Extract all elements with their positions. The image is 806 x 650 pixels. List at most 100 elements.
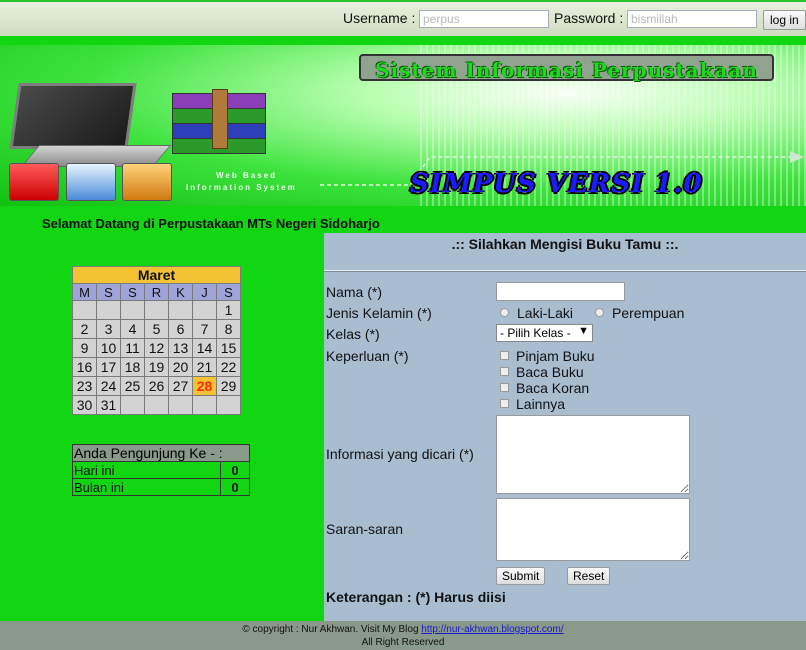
calendar-day[interactable]: 25 <box>120 376 145 396</box>
calendar-day-header: S <box>216 283 241 301</box>
welcome-text: Selamat Datang di Perpustakaan MTs Neger… <box>42 216 380 231</box>
baca-buku-label: Baca Buku <box>516 364 584 380</box>
banner-tagline-2: Information System <box>186 183 297 192</box>
calendar-day[interactable]: 27 <box>168 376 193 396</box>
nama-label: Nama (*) <box>326 284 383 300</box>
visitor-header: Anda Pengunjung Ke - : <box>72 444 250 462</box>
form-divider <box>324 270 806 272</box>
calendar-empty-cell <box>120 300 145 320</box>
calendar-day[interactable]: 7 <box>192 319 217 339</box>
banner: Sistem Informasi Perpustakaan Web Based … <box>0 45 806 206</box>
calendar-day-header: J <box>192 283 217 301</box>
header-strip <box>0 36 806 45</box>
calendar-day[interactable]: 10 <box>96 338 121 358</box>
calendar-day[interactable]: 16 <box>72 357 97 377</box>
saran-textarea[interactable] <box>496 498 690 561</box>
gender-label: Jenis Kelamin (*) <box>326 305 432 321</box>
baca-buku-checkbox[interactable] <box>500 367 509 376</box>
calendar-day[interactable]: 14 <box>192 338 217 358</box>
chevron-down-icon: ▼ <box>578 325 589 337</box>
calendar-empty-cell <box>144 395 169 415</box>
calendar-day-header: S <box>96 283 121 301</box>
calendar-day[interactable]: 1 <box>216 300 241 320</box>
info-label: Informasi yang dicari (*) <box>326 446 474 462</box>
calendar-day[interactable]: 13 <box>168 338 193 358</box>
login-button[interactable]: log in <box>763 10 806 30</box>
login-bar: Username : Password : log in <box>0 0 806 36</box>
kelas-label: Kelas (*) <box>326 326 380 342</box>
baca-koran-label: Baca Koran <box>516 380 590 396</box>
calendar-day[interactable]: 23 <box>72 376 97 396</box>
calendar-empty-cell <box>192 300 217 320</box>
calendar-day[interactable]: 18 <box>120 357 145 377</box>
submit-button[interactable]: Submit <box>496 567 546 585</box>
blog-link[interactable]: http://nur-akhwan.blogspot.com/ <box>421 624 563 635</box>
calendar-week: 30 31 <box>72 395 241 415</box>
kelas-select[interactable]: - Pilih Kelas - ▼ <box>496 324 593 342</box>
product-name: SIMPUS VERSI 1.0 <box>410 169 703 199</box>
lainnya-label: Lainnya <box>516 396 566 412</box>
calendar-week: 1 <box>72 300 241 320</box>
calendar-day[interactable]: 11 <box>120 338 145 358</box>
guestbook-form: .:: Silahkan Mengisi Buku Tamu ::. Nama … <box>324 233 806 621</box>
calendar-day[interactable]: 12 <box>144 338 169 358</box>
calendar-empty-cell <box>96 300 121 320</box>
calendar-day[interactable]: 3 <box>96 319 121 339</box>
calendar-day[interactable]: 19 <box>144 357 169 377</box>
calendar-day[interactable]: 8 <box>216 319 241 339</box>
username-label: Username : <box>343 10 416 26</box>
lainnya-checkbox[interactable] <box>500 399 509 408</box>
calendar-week: 2345678 <box>72 319 241 339</box>
calendar-day[interactable]: 15 <box>216 338 241 358</box>
calendar-day[interactable]: 6 <box>168 319 193 339</box>
username-input[interactable] <box>419 10 549 28</box>
required-note: Keterangan : (*) Harus diisi <box>326 589 506 605</box>
computer-icon <box>66 163 116 201</box>
calendar-week: 23 24 25 26 27 28 29 <box>72 376 241 396</box>
gender-male-radio[interactable] <box>500 308 509 317</box>
calendar-day[interactable]: 22 <box>216 357 241 377</box>
calendar-day-header: M <box>72 283 97 301</box>
calendar-day-header: R <box>144 283 169 301</box>
calendar-empty-cell <box>168 300 193 320</box>
visitor-counter: Anda Pengunjung Ke - : Hari ini 0 Bulan … <box>72 444 250 496</box>
notebook-icon <box>122 163 172 201</box>
calendar-day[interactable]: 2 <box>72 319 97 339</box>
welcome-bar: Selamat Datang di Perpustakaan MTs Neger… <box>0 206 806 233</box>
calendar-empty-cell <box>72 300 97 320</box>
calendar-day[interactable]: 5 <box>144 319 169 339</box>
calendar-day[interactable]: 31 <box>96 395 121 415</box>
banner-title-box: Sistem Informasi Perpustakaan <box>359 54 774 82</box>
calendar-empty-cell <box>216 395 241 415</box>
baca-koran-checkbox[interactable] <box>500 383 509 392</box>
info-textarea[interactable] <box>496 415 690 494</box>
calendar-day[interactable]: 20 <box>168 357 193 377</box>
calendar-day[interactable]: 4 <box>120 319 145 339</box>
gender-female-radio[interactable] <box>595 308 604 317</box>
calendar-empty-cell <box>120 395 145 415</box>
calendar-today[interactable]: 28 <box>192 376 217 396</box>
visitor-month-label: Bulan ini <box>72 478 221 496</box>
laptop-icon <box>9 83 137 149</box>
calendar-day-header: K <box>168 283 193 301</box>
form-title: .:: Silahkan Mengisi Buku Tamu ::. <box>451 236 679 252</box>
kelas-selected: - Pilih Kelas - <box>500 326 571 340</box>
calendar-day[interactable]: 30 <box>72 395 97 415</box>
calendar-empty-cell <box>144 300 169 320</box>
archive-strap-icon <box>212 89 228 149</box>
calendar-day[interactable]: 29 <box>216 376 241 396</box>
reset-button[interactable]: Reset <box>567 567 611 585</box>
pinjam-buku-checkbox[interactable] <box>500 351 509 360</box>
calendar-day[interactable]: 26 <box>144 376 169 396</box>
nama-input[interactable] <box>496 282 625 301</box>
calendar-day[interactable]: 9 <box>72 338 97 358</box>
calendar: Maret MSSRKJS 1 2 3 4 5 6 7 8 9 10 11 12 13 14 15 16 17 1… <box>72 266 241 415</box>
calendar-day[interactable]: 17 <box>96 357 121 377</box>
password-input[interactable] <box>627 10 757 28</box>
visitor-today-label: Hari ini <box>72 461 221 479</box>
footer-rights: All Right Reserved <box>361 637 445 648</box>
calendar-day[interactable]: 21 <box>192 357 217 377</box>
calendar-day[interactable]: 24 <box>96 376 121 396</box>
gender-male-label: Laki-Laki <box>517 305 574 321</box>
saran-label: Saran-saran <box>326 521 404 537</box>
